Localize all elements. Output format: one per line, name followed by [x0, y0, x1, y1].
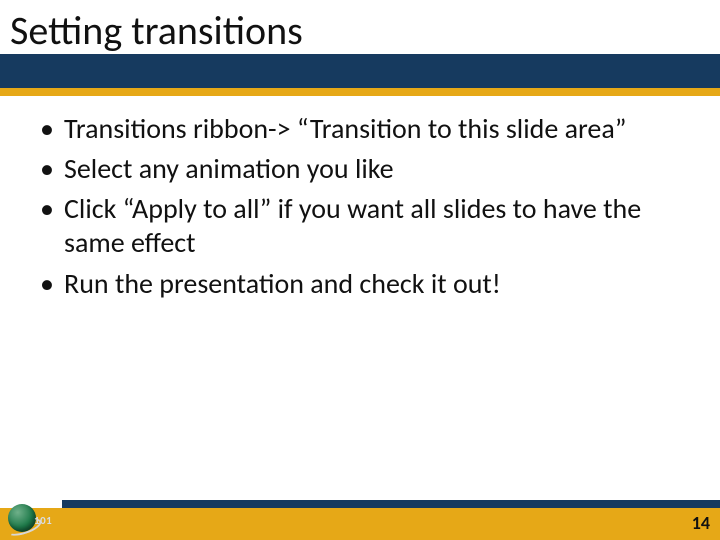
- title-accent-stripe: [0, 88, 720, 96]
- page-number: 14: [692, 512, 710, 534]
- bullet-item: Run the presentation and check it out!: [36, 267, 660, 301]
- title-area: Setting transitions: [0, 0, 720, 96]
- footer: 101 14: [0, 494, 720, 540]
- slide: Setting transitions Transitions ribbon->…: [0, 0, 720, 540]
- footer-gold-bar: [0, 508, 720, 540]
- logo-text: 101: [34, 514, 52, 527]
- bullet-item: Click “Apply to all” if you want all sli…: [36, 192, 660, 260]
- title-bar: [0, 54, 720, 88]
- bullet-item: Select any animation you like: [36, 152, 660, 186]
- bullet-list: Transitions ribbon-> “Transition to this…: [36, 112, 660, 301]
- bullet-item: Transitions ribbon-> “Transition to this…: [36, 112, 660, 146]
- logo: 101: [6, 500, 58, 538]
- slide-title: Setting transitions: [10, 6, 303, 55]
- body-content: Transitions ribbon-> “Transition to this…: [36, 112, 660, 307]
